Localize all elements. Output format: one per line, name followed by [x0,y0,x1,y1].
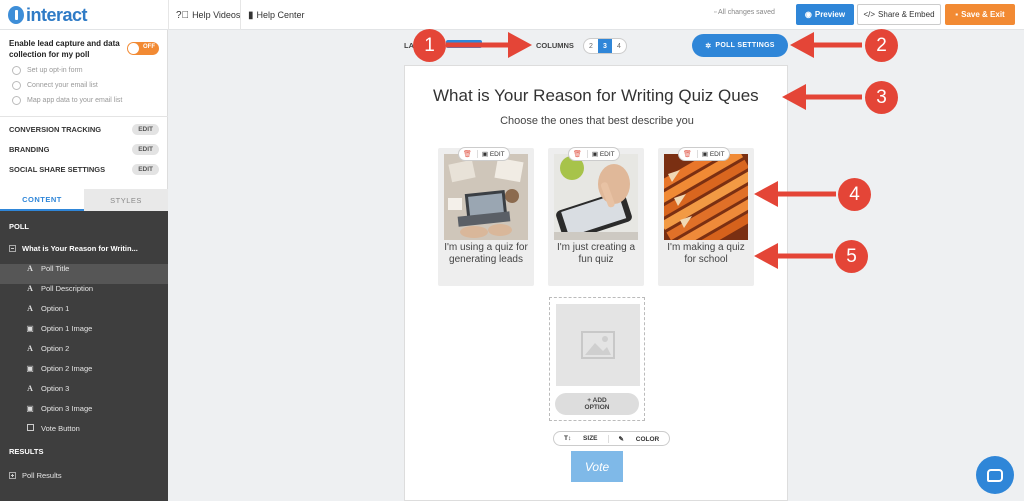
annotation-badge-2: 2 [865,29,898,62]
annotation-badge-1: 1 [413,29,446,62]
annotation-badge-3: 3 [865,81,898,114]
app-window: interact ?⃝ Help Videos ▮ Help Center ▫ … [0,0,1024,501]
annotation-arrows [446,32,862,269]
arrow-4-head [754,181,778,207]
annotation-badge-4: 4 [838,178,871,211]
annotation-badge-5: 5 [835,240,868,273]
chat-button[interactable] [976,456,1014,494]
chat-icon [987,468,1003,482]
arrow-5-head [754,243,778,269]
arrow-2-head [790,32,814,58]
arrow-3-head [782,84,806,110]
arrow-1-head [508,32,532,58]
